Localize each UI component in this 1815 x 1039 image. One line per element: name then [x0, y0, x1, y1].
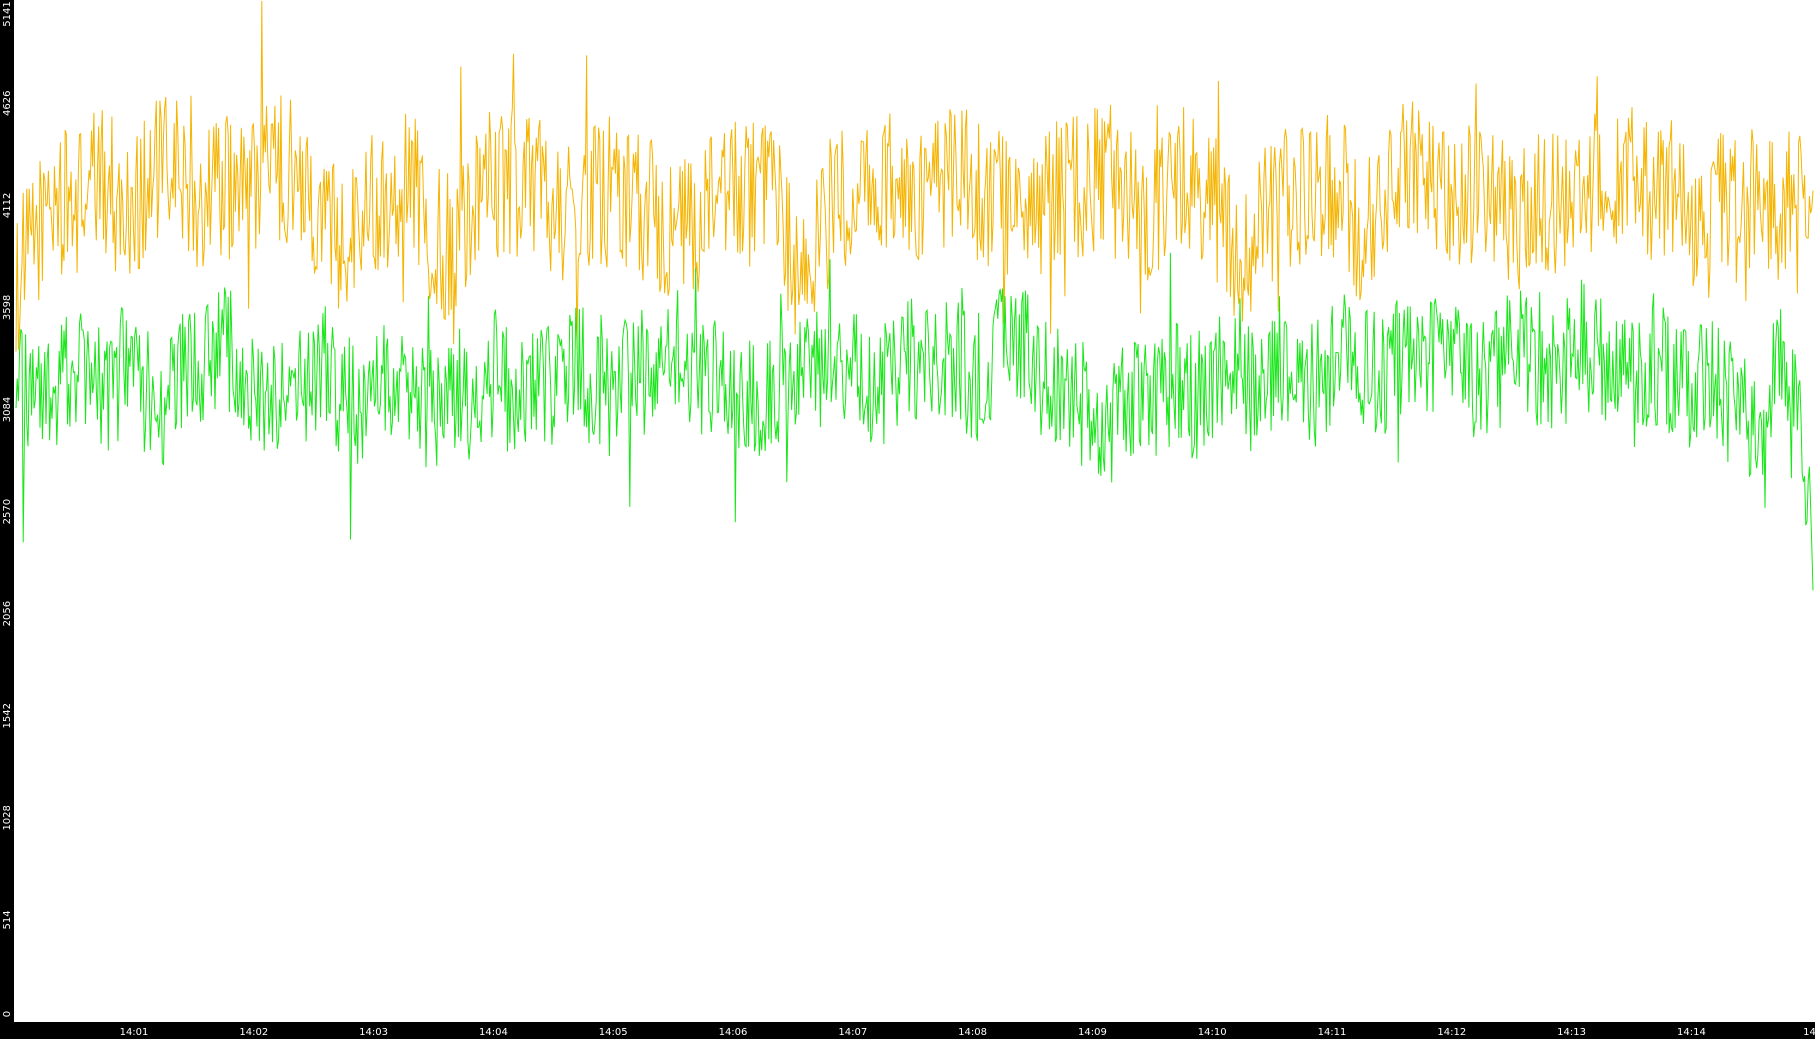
x-tick-label: 14:07 — [838, 1027, 867, 1038]
x-tick-label: 14:08 — [958, 1027, 987, 1038]
y-tick-label: 514 — [2, 910, 13, 929]
x-tick-label: 14:13 — [1557, 1027, 1586, 1038]
x-tick-label: 14:03 — [359, 1027, 388, 1038]
x-tick-label: 14:11 — [1318, 1027, 1347, 1038]
x-tick-label: 14:12 — [1437, 1027, 1466, 1038]
x-tick-label: 14:05 — [599, 1027, 628, 1038]
y-tick-label: 2056 — [2, 601, 13, 626]
y-tick-label: 4626 — [2, 91, 13, 116]
y-tick-label: 3084 — [2, 397, 13, 422]
x-axis-ticks: 14:01 14:02 14:03 14:04 14:05 14:06 14:07 14:08… — [120, 1027, 1815, 1038]
x-tick-label: 14:01 — [120, 1027, 149, 1038]
y-tick-label: 5141 — [2, 1, 13, 26]
y-tick-label: 1542 — [2, 703, 13, 728]
y-tick-label: 2570 — [2, 499, 13, 524]
x-tick-label: 14:10 — [1198, 1027, 1227, 1038]
y-tick-label: 0 — [2, 1011, 13, 1017]
x-tick-label: 14:06 — [719, 1027, 748, 1038]
y-tick-label: 4112 — [2, 193, 13, 218]
y-tick-label: 1028 — [2, 805, 13, 830]
x-tick-label: 14:04 — [479, 1027, 508, 1038]
x-tick-label: 14:02 — [239, 1027, 268, 1038]
x-tick-label: 14: — [1803, 1027, 1815, 1038]
y-tick-label: 3598 — [2, 295, 13, 320]
line-chart: 0 514 1028 1542 2056 2570 3084 3598 4112 4626 5141… — [0, 0, 1815, 1039]
x-axis-strip — [0, 1022, 1815, 1039]
x-tick-label: 14:14 — [1677, 1027, 1706, 1038]
x-tick-label: 14:09 — [1078, 1027, 1107, 1038]
